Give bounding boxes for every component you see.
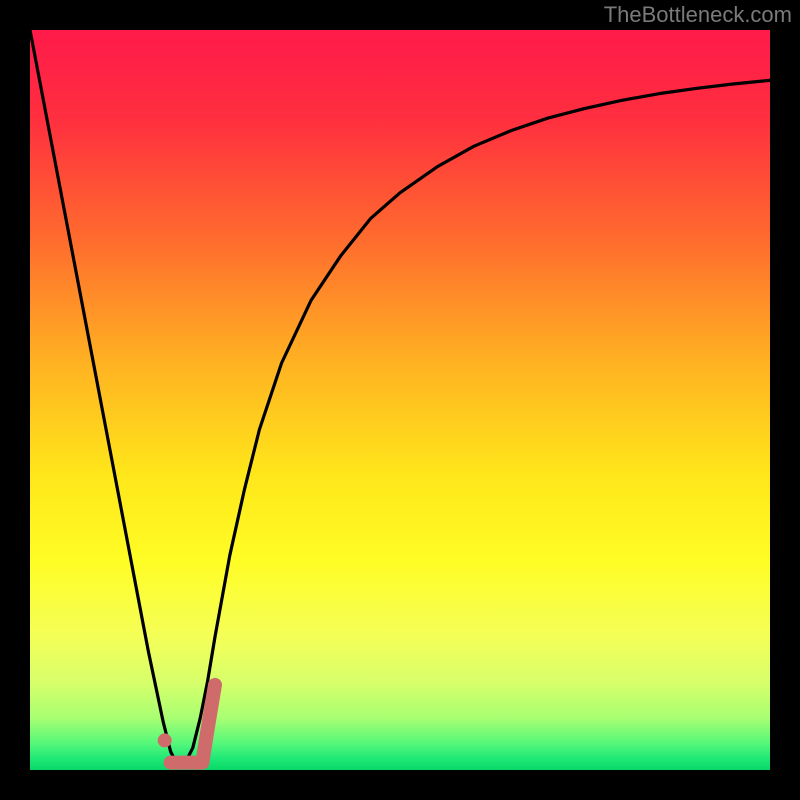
attribution-watermark: TheBottleneck.com [604,2,792,28]
gradient-background [30,30,770,770]
optimal-point [158,733,172,747]
chart-svg [0,0,800,800]
chart-frame: TheBottleneck.com [0,0,800,800]
